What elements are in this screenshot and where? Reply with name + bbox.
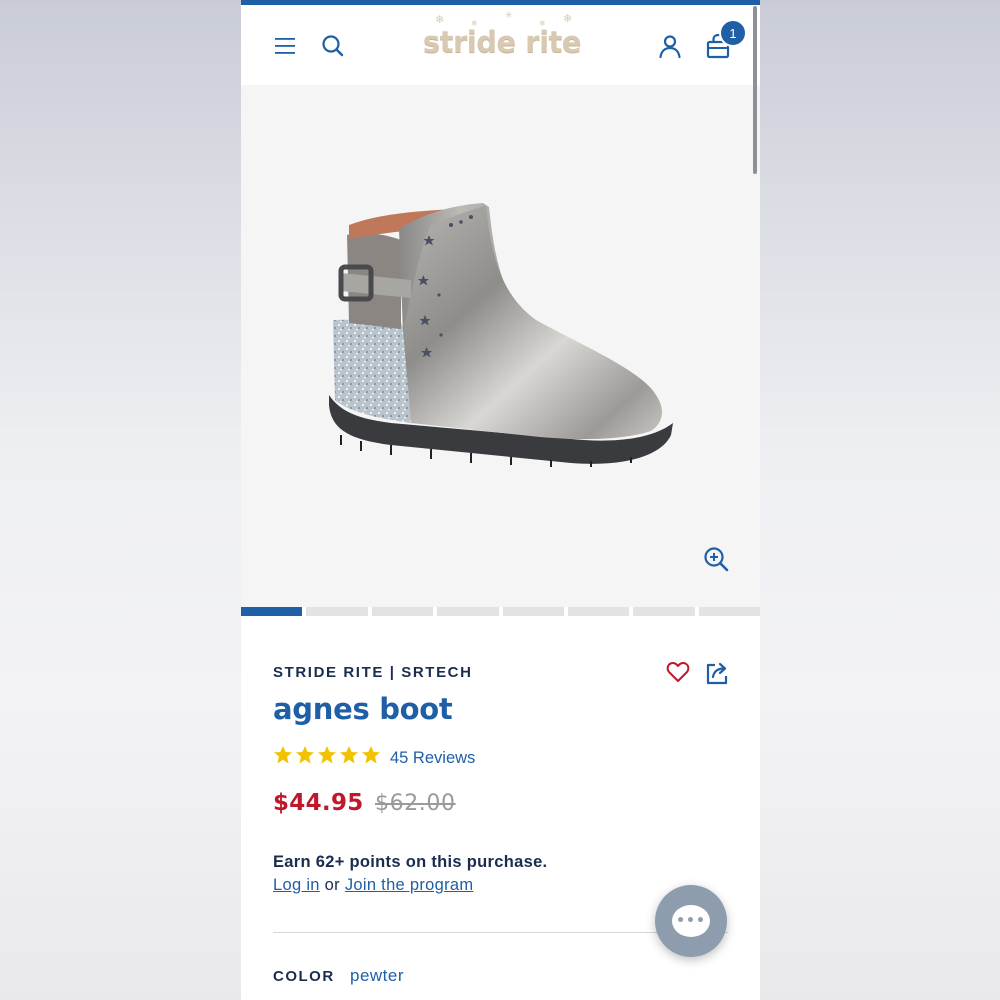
heart-icon[interactable] <box>666 660 690 684</box>
star-icon <box>296 746 314 764</box>
carousel-dot[interactable] <box>567 607 630 616</box>
star-icon <box>340 746 358 764</box>
star-icon <box>318 746 336 764</box>
carousel-dot[interactable] <box>698 607 760 616</box>
chat-button[interactable]: ••• <box>655 885 727 957</box>
carousel-dot[interactable] <box>633 607 695 616</box>
or-text: or <box>324 876 340 894</box>
product-image-boot <box>329 203 673 467</box>
site-header: ❄ ❄ ✳ ❄ ❄ stride rite 1 <box>241 5 760 85</box>
share-icon[interactable] <box>704 660 730 686</box>
image-carousel-indicator[interactable] <box>241 607 760 617</box>
carousel-dot[interactable] <box>502 607 564 616</box>
color-value: pewter <box>350 966 405 985</box>
menu-icon[interactable] <box>275 38 295 54</box>
reviews-link[interactable]: 45 Reviews <box>390 749 475 768</box>
loyalty-links: Log in or Join the program <box>273 876 473 895</box>
star-icon <box>362 746 380 764</box>
carousel-dot[interactable] <box>241 607 303 616</box>
login-link[interactable]: Log in <box>273 876 320 894</box>
carousel-dot[interactable] <box>306 607 368 616</box>
sale-price: $44.95 <box>273 790 364 816</box>
star-icon <box>274 746 292 764</box>
carousel-dot[interactable] <box>437 607 499 616</box>
product-brand[interactable]: STRIDE RITE | SRTECH <box>273 664 473 681</box>
rating-stars[interactable] <box>273 745 381 765</box>
search-icon[interactable] <box>321 34 345 58</box>
join-program-link[interactable]: Join the program <box>345 876 474 894</box>
product-title: agnes boot <box>273 692 453 726</box>
carousel-dot[interactable] <box>371 607 434 616</box>
product-image-area[interactable] <box>241 85 760 607</box>
original-price: $62.00 <box>375 791 456 816</box>
brand-logo[interactable]: stride rite <box>417 25 587 59</box>
zoom-icon[interactable] <box>703 546 729 572</box>
phone-viewport: ❄ ❄ ✳ ❄ ❄ stride rite 1 STRIDE RITE | SR… <box>241 0 760 1000</box>
chat-icon: ••• <box>672 905 710 937</box>
loyalty-points-text: Earn 62+ points on this purchase. <box>273 853 548 871</box>
account-icon[interactable] <box>657 33 683 59</box>
cart-count-badge[interactable]: 1 <box>719 19 747 47</box>
scrollbar[interactable] <box>753 6 757 174</box>
color-label: COLOR <box>273 968 335 985</box>
